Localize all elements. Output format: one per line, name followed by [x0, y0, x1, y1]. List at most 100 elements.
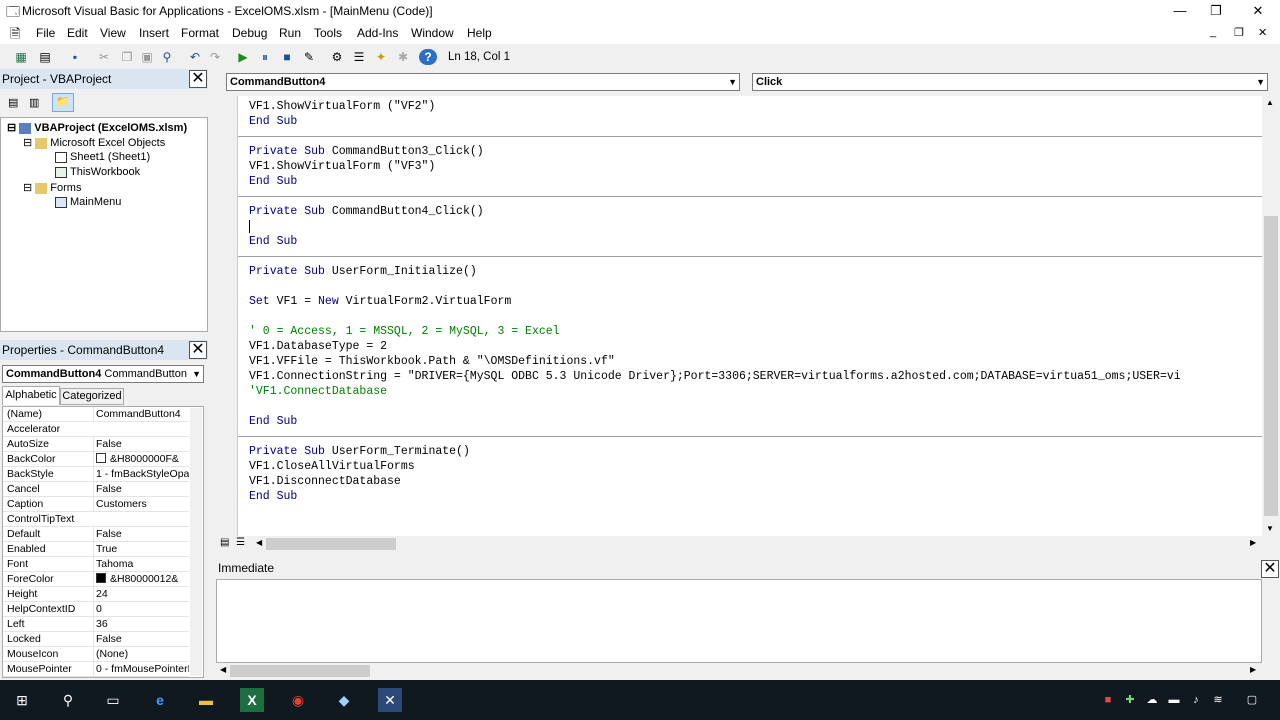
- property-value[interactable]: False: [93, 482, 189, 496]
- menu-window[interactable]: Window: [411, 26, 454, 40]
- notifications-icon[interactable]: ▢: [1240, 688, 1264, 712]
- tab-alphabetic[interactable]: Alphabetic: [2, 386, 60, 405]
- tree-vbaproject[interactable]: ⊟ VBAProject (ExcelOMS.xlsm): [7, 121, 187, 134]
- hscroll-thumb[interactable]: [266, 538, 396, 550]
- design-mode-icon[interactable]: ✎: [300, 49, 318, 65]
- tree-forms[interactable]: ⊟ Forms: [23, 181, 81, 194]
- code-margin[interactable]: [216, 96, 238, 536]
- property-value[interactable]: Tahoma: [93, 557, 189, 571]
- undo-icon[interactable]: ↶: [186, 49, 204, 65]
- code-line[interactable]: ' 0 = Access, 1 = MSSQL, 2 = MySQL, 3 = …: [249, 324, 560, 339]
- property-row[interactable]: Default False: [3, 527, 189, 542]
- wifi-icon[interactable]: ≋: [1206, 688, 1230, 712]
- scroll-right-icon[interactable]: ▶: [1250, 665, 1256, 674]
- code-line[interactable]: Private Sub UserForm_Initialize(): [249, 264, 477, 279]
- property-value[interactable]: &H8000000F&: [93, 452, 189, 466]
- property-value[interactable]: CommandButton4: [93, 407, 189, 421]
- tree-sheet1[interactable]: Sheet1 (Sheet1): [55, 151, 150, 163]
- insert-userform-icon[interactable]: ▤: [36, 49, 54, 65]
- property-value[interactable]: True: [93, 542, 189, 556]
- code-line[interactable]: Private Sub CommandButton3_Click(): [249, 144, 484, 159]
- code-line[interactable]: End Sub: [249, 114, 297, 129]
- tray-shield-icon[interactable]: ✚: [1118, 688, 1142, 712]
- code-line[interactable]: VF1.DisconnectDatabase: [249, 474, 401, 489]
- find-icon[interactable]: ⚲: [158, 49, 176, 65]
- vba-editor-icon[interactable]: ✕: [378, 688, 402, 712]
- code-line[interactable]: Private Sub CommandButton4_Click(): [249, 204, 484, 219]
- collapse-icon[interactable]: ⊟: [23, 137, 32, 149]
- code-line[interactable]: VF1.ShowVirtualForm ("VF3"): [249, 159, 435, 174]
- menu-run[interactable]: Run: [279, 26, 301, 40]
- menu-help[interactable]: Help: [467, 26, 492, 40]
- property-row[interactable]: BackColor &H8000000F&: [3, 452, 189, 467]
- object-selector[interactable]: CommandButton4 CommandButton ▼: [2, 365, 204, 383]
- property-value[interactable]: &H80000012&: [93, 572, 189, 586]
- copy-icon[interactable]: ❐: [118, 49, 136, 65]
- code-vscrollbar[interactable]: ▲ ▼: [1262, 96, 1280, 536]
- property-row[interactable]: AutoSize False: [3, 437, 189, 452]
- toolbox-icon[interactable]: ✱: [394, 49, 412, 65]
- tree-excel-objects[interactable]: ⊟ Microsoft Excel Objects: [23, 136, 165, 149]
- property-value[interactable]: 0: [93, 602, 189, 616]
- inner-minimize-button[interactable]: _: [1210, 26, 1216, 38]
- property-row[interactable]: ControlTipText: [3, 512, 189, 527]
- paste-icon[interactable]: ▣: [138, 49, 156, 65]
- immediate-hscrollbar[interactable]: ◀ ▶: [216, 663, 1280, 679]
- collapse-icon[interactable]: ⊟: [23, 182, 32, 194]
- scroll-down-icon[interactable]: ▼: [1266, 524, 1274, 533]
- menu-format[interactable]: Format: [181, 26, 219, 40]
- volume-icon[interactable]: ♪: [1184, 688, 1208, 712]
- property-row[interactable]: Caption Customers: [3, 497, 189, 512]
- procedure-view-icon[interactable]: ▤: [220, 537, 229, 548]
- tray-app-icon[interactable]: ■: [1096, 688, 1120, 712]
- restore-button[interactable]: ❐: [1196, 0, 1236, 22]
- menu-view[interactable]: View: [100, 26, 126, 40]
- code-line[interactable]: 'VF1.ConnectDatabase: [249, 384, 387, 399]
- view-code-icon[interactable]: ▤: [8, 96, 18, 109]
- scroll-thumb[interactable]: [1264, 216, 1278, 516]
- onedrive-icon[interactable]: ☁: [1140, 688, 1164, 712]
- windows-start-icon[interactable]: ⊞: [10, 688, 34, 712]
- menu-edit[interactable]: Edit: [67, 26, 88, 40]
- object-browser-icon[interactable]: ✦: [372, 49, 390, 65]
- menu-add-ins[interactable]: Add-Ins: [357, 26, 398, 40]
- help-icon[interactable]: ?: [419, 49, 437, 65]
- property-row[interactable]: Enabled True: [3, 542, 189, 557]
- property-value[interactable]: False: [93, 527, 189, 541]
- menu-tools[interactable]: Tools: [314, 26, 342, 40]
- code-line[interactable]: VF1.ConnectionString = "DRIVER={MySQL OD…: [249, 369, 1181, 384]
- code-line[interactable]: End Sub: [249, 174, 297, 189]
- close-button[interactable]: ✕: [1238, 0, 1278, 22]
- property-row[interactable]: Accelerator: [3, 422, 189, 437]
- close-properties-panel-icon[interactable]: ✕: [189, 341, 207, 359]
- property-row[interactable]: HelpContextID 0: [3, 602, 189, 617]
- code-line[interactable]: End Sub: [249, 489, 297, 504]
- excel-icon[interactable]: X: [240, 688, 264, 712]
- property-row[interactable]: ForeColor &H80000012&: [3, 572, 189, 587]
- view-excel-icon[interactable]: ▦: [12, 49, 30, 65]
- immediate-input[interactable]: [216, 579, 1262, 663]
- inner-restore-button[interactable]: ❐: [1234, 26, 1244, 39]
- code-window-icon[interactable]: 🗎: [10, 25, 20, 47]
- file-explorer-icon[interactable]: ▬: [194, 688, 218, 712]
- minimize-button[interactable]: —: [1160, 0, 1200, 22]
- code-line[interactable]: VF1.VFFile = ThisWorkbook.Path & "\OMSDe…: [249, 354, 615, 369]
- scroll-left-icon[interactable]: ◀: [256, 538, 262, 547]
- view-object-icon[interactable]: ▥: [29, 96, 39, 109]
- tree-mainmenu[interactable]: MainMenu: [55, 196, 121, 208]
- code-line[interactable]: VF1.CloseAllVirtualForms: [249, 459, 415, 474]
- chrome-icon[interactable]: ◉: [286, 688, 310, 712]
- code-line[interactable]: VF1.DatabaseType = 2: [249, 339, 387, 354]
- object-combo[interactable]: CommandButton4 ▼: [226, 73, 740, 91]
- close-immediate-icon[interactable]: ✕: [1261, 560, 1279, 578]
- property-row[interactable]: MousePointer 0 - fmMousePointerD: [3, 662, 189, 677]
- menu-insert[interactable]: Insert: [139, 26, 169, 40]
- property-row[interactable]: Left 36: [3, 617, 189, 632]
- inner-close-button[interactable]: ✕: [1258, 26, 1267, 39]
- toggle-folders-icon[interactable]: 📁: [52, 93, 74, 112]
- property-row[interactable]: Locked False: [3, 632, 189, 647]
- tree-thisworkbook[interactable]: ThisWorkbook: [55, 166, 140, 178]
- notepad-icon[interactable]: ◆: [332, 688, 356, 712]
- edge-icon[interactable]: e: [148, 688, 172, 712]
- menu-debug[interactable]: Debug: [232, 26, 267, 40]
